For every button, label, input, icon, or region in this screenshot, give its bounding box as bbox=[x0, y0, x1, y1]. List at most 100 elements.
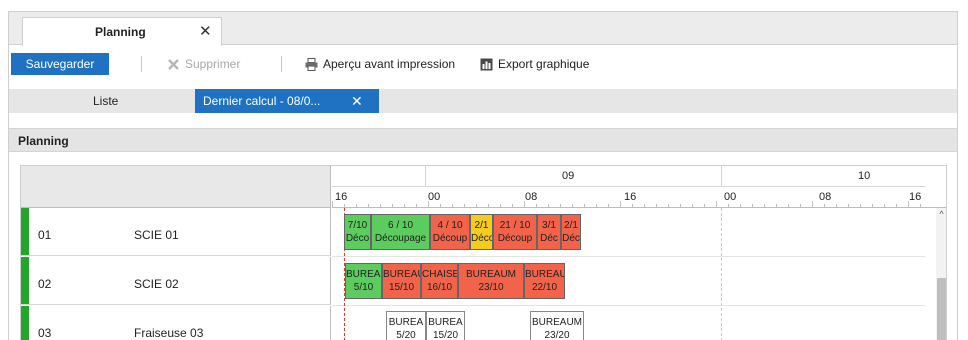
task-label: BUREAU bbox=[346, 269, 381, 280]
header-spacer bbox=[925, 166, 946, 208]
tick-mark bbox=[440, 204, 441, 207]
tick-mark bbox=[896, 204, 897, 207]
tick-mark bbox=[524, 201, 525, 207]
task-sublabel: 16/10 bbox=[426, 282, 453, 293]
task-sublabel: Déc bbox=[540, 233, 558, 244]
scroll-thumb[interactable] bbox=[937, 278, 946, 340]
close-icon[interactable]: ✕ bbox=[351, 89, 363, 113]
resource-code: 03 bbox=[38, 326, 52, 340]
tick-mark bbox=[416, 204, 417, 207]
task-block[interactable]: BUREAU 5/10 bbox=[345, 263, 382, 299]
delete-icon bbox=[168, 58, 179, 70]
save-button[interactable]: Sauvegarder bbox=[11, 53, 109, 75]
task-block[interactable]: BUREA 15/20 bbox=[426, 311, 465, 340]
task-block[interactable]: 3/1 Déc bbox=[537, 214, 561, 250]
delete-button[interactable]: Supprimer bbox=[167, 57, 240, 71]
tick-mark bbox=[848, 204, 849, 207]
resource-name: SCIE 02 bbox=[134, 277, 179, 291]
tick-mark bbox=[584, 204, 585, 207]
document-tab-strip: Planning ✕ bbox=[9, 12, 957, 46]
tick-mark bbox=[344, 204, 345, 207]
section-title: Planning bbox=[18, 134, 69, 148]
resource-name: Fraiseuse 03 bbox=[134, 326, 204, 340]
tick-mark bbox=[464, 204, 465, 207]
tick-mark bbox=[476, 204, 477, 207]
row-status-marker bbox=[21, 208, 29, 255]
planning-window: Planning ✕ Sauvegarder Supprimer Aperçu … bbox=[8, 11, 958, 340]
task-sublabel: Déco bbox=[471, 233, 493, 244]
print-preview-button[interactable]: Aperçu avant impression bbox=[305, 57, 455, 71]
tick-mark bbox=[488, 204, 489, 207]
tick-mark bbox=[680, 204, 681, 207]
task-label: 6 / 10 bbox=[387, 220, 414, 231]
tick-mark bbox=[452, 204, 453, 207]
gantt-area: 7/10 Déco 6 / 10 Découpage 4 / 10 Découp 2/1 Dé… bbox=[332, 208, 925, 340]
resource-row[interactable]: 01 SCIE 01 bbox=[21, 208, 331, 256]
task-block[interactable]: BUREAU 22/10 bbox=[524, 263, 565, 299]
task-block[interactable]: 2/1 Déco bbox=[470, 214, 493, 250]
task-block[interactable]: BUREAU 15/10 bbox=[382, 263, 421, 299]
resource-row[interactable]: 03 Fraiseuse 03 bbox=[21, 306, 331, 340]
scroll-up-arrow-icon[interactable]: ^ bbox=[937, 209, 946, 219]
row-divider bbox=[332, 305, 925, 306]
export-chart-label: Export graphique bbox=[498, 57, 590, 71]
task-block[interactable]: CHAISE 16/10 bbox=[421, 263, 458, 299]
printer-icon bbox=[305, 57, 318, 71]
day-cell: 09 bbox=[425, 166, 721, 187]
hour-label: 16 bbox=[335, 191, 348, 203]
task-label: CHAISE bbox=[422, 269, 458, 280]
task-block[interactable]: BUREAUM 23/10 bbox=[458, 263, 524, 299]
tick-mark bbox=[824, 204, 825, 207]
tick-mark bbox=[404, 204, 405, 207]
task-sublabel: Découp bbox=[497, 233, 533, 244]
vertical-scrollbar[interactable]: ^ bbox=[936, 208, 946, 340]
tick-mark bbox=[500, 204, 501, 207]
tick-mark bbox=[368, 204, 369, 207]
tick-mark bbox=[692, 204, 693, 207]
day-divider bbox=[721, 208, 722, 340]
task-block[interactable]: BUREA 5/20 bbox=[386, 311, 426, 340]
tab-planning[interactable]: Planning ✕ bbox=[22, 17, 222, 46]
resource-name: SCIE 01 bbox=[134, 228, 179, 242]
task-label: BUREAU bbox=[383, 269, 421, 280]
close-icon[interactable]: ✕ bbox=[199, 22, 212, 40]
tick-mark bbox=[668, 204, 669, 207]
tick-mark bbox=[548, 204, 549, 207]
tick-mark bbox=[740, 204, 741, 207]
tick-mark bbox=[380, 204, 381, 207]
hour-label: 08 bbox=[525, 191, 538, 203]
task-label: 21 / 10 bbox=[499, 220, 531, 231]
tick-mark bbox=[572, 204, 573, 207]
task-block[interactable]: 6 / 10 Découpage bbox=[371, 214, 430, 250]
hour-label: 16 bbox=[624, 191, 637, 203]
task-sublabel: Découp bbox=[432, 233, 468, 244]
tick-mark bbox=[776, 204, 777, 207]
task-block[interactable]: 4 / 10 Découp bbox=[430, 214, 470, 250]
tick-mark bbox=[716, 201, 717, 207]
tab-liste[interactable]: Liste bbox=[93, 94, 118, 108]
task-sublabel: 5/10 bbox=[353, 282, 374, 293]
task-sublabel: Déco bbox=[345, 233, 370, 244]
tick-mark bbox=[788, 204, 789, 207]
task-block[interactable]: 7/10 Déco bbox=[344, 214, 371, 250]
resource-column-header bbox=[21, 166, 331, 208]
task-block[interactable]: 21 / 10 Découp bbox=[493, 214, 537, 250]
task-block[interactable]: BUREAUM 23/20 bbox=[530, 311, 584, 340]
task-block[interactable]: 2/1 Déc bbox=[561, 214, 581, 250]
tab-dernier-calcul[interactable]: Dernier calcul - 08/0... ✕ bbox=[195, 89, 379, 113]
tick-mark bbox=[632, 204, 633, 207]
toolbar-separator bbox=[281, 56, 282, 72]
tick-mark bbox=[560, 204, 561, 207]
export-chart-button[interactable]: Export graphique bbox=[480, 57, 589, 71]
task-sublabel: 23/10 bbox=[478, 282, 504, 293]
resource-row[interactable]: 02 SCIE 02 bbox=[21, 257, 331, 305]
resource-code: 02 bbox=[38, 277, 52, 291]
print-preview-label: Aperçu avant impression bbox=[323, 57, 456, 71]
task-label: BUREAU bbox=[525, 269, 565, 280]
toolbar: Sauvegarder Supprimer Aperçu avant impre… bbox=[9, 52, 957, 76]
tick-mark bbox=[800, 204, 801, 207]
tick-mark bbox=[596, 204, 597, 207]
row-status-marker bbox=[21, 306, 29, 340]
tick-mark bbox=[332, 201, 333, 207]
planning-grid: 09 10 16 00 08 16 00 08 16 01 SCIE 01 02… bbox=[20, 165, 947, 340]
